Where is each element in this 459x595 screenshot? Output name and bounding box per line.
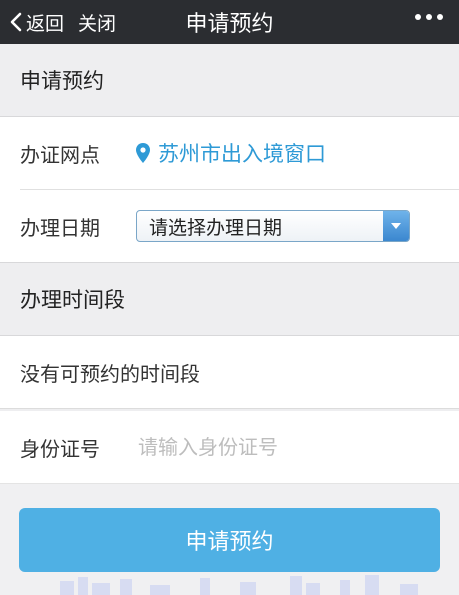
navigation-bar: 返回 关闭 申请预约: [0, 0, 459, 44]
no-slots-message: 没有可预约的时间段: [0, 336, 459, 409]
page-title-wrap: 申请预约: [0, 6, 459, 38]
more-dots-icon[interactable]: [415, 14, 443, 20]
back-button[interactable]: 返回: [10, 9, 64, 36]
back-label: 返回: [26, 12, 65, 35]
date-select[interactable]: 请选择办理日期: [136, 210, 410, 242]
time-section-title: 办理时间段: [0, 262, 459, 336]
dropdown-arrow-icon: [383, 211, 409, 241]
city-skyline-decoration: [60, 575, 418, 595]
section-title: 申请预约: [0, 44, 459, 117]
id-input[interactable]: [136, 434, 420, 460]
site-row: 办证网点 苏州市出入境窗口: [0, 117, 459, 189]
page-title: 申请预约: [185, 12, 274, 37]
location-pin-icon: [136, 143, 150, 163]
date-label: 办理日期: [20, 215, 100, 240]
site-value: 苏州市出入境窗口: [158, 142, 326, 166]
close-button[interactable]: 关闭: [78, 9, 116, 36]
site-label: 办证网点: [20, 142, 100, 167]
id-row: 身份证号: [0, 411, 459, 484]
id-label: 身份证号: [20, 436, 100, 461]
submit-button[interactable]: 申请预约: [19, 508, 440, 572]
site-link[interactable]: 苏州市出入境窗口: [136, 138, 326, 168]
submit-wrap: 申请预约: [0, 484, 459, 572]
date-row: 办理日期 请选择办理日期: [20, 189, 459, 262]
chevron-left-icon: [10, 12, 22, 32]
date-select-value: 请选择办理日期: [149, 216, 283, 239]
form-card: 办证网点 苏州市出入境窗口 办理日期 请选择办理日期: [0, 117, 459, 262]
